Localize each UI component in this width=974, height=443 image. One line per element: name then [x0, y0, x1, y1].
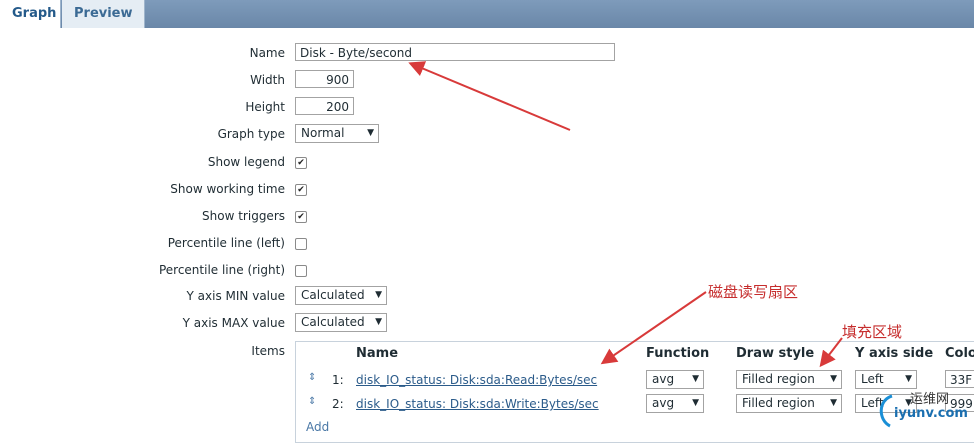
- annotation-fill-region: 填充区域: [842, 323, 903, 341]
- watermark-line1: 运维网: [910, 392, 950, 407]
- annotation-disk-rw: 磁盘读写扇区: [708, 283, 799, 301]
- watermark: 运维网 iyunv.com: [872, 386, 972, 431]
- arrow-to-draw-style: [819, 337, 843, 368]
- arrow-to-item-name: [600, 291, 707, 365]
- arrow-to-name-field: [408, 61, 571, 131]
- annotation-arrows: [408, 61, 843, 368]
- watermark-line2: iyunv.com: [894, 406, 968, 421]
